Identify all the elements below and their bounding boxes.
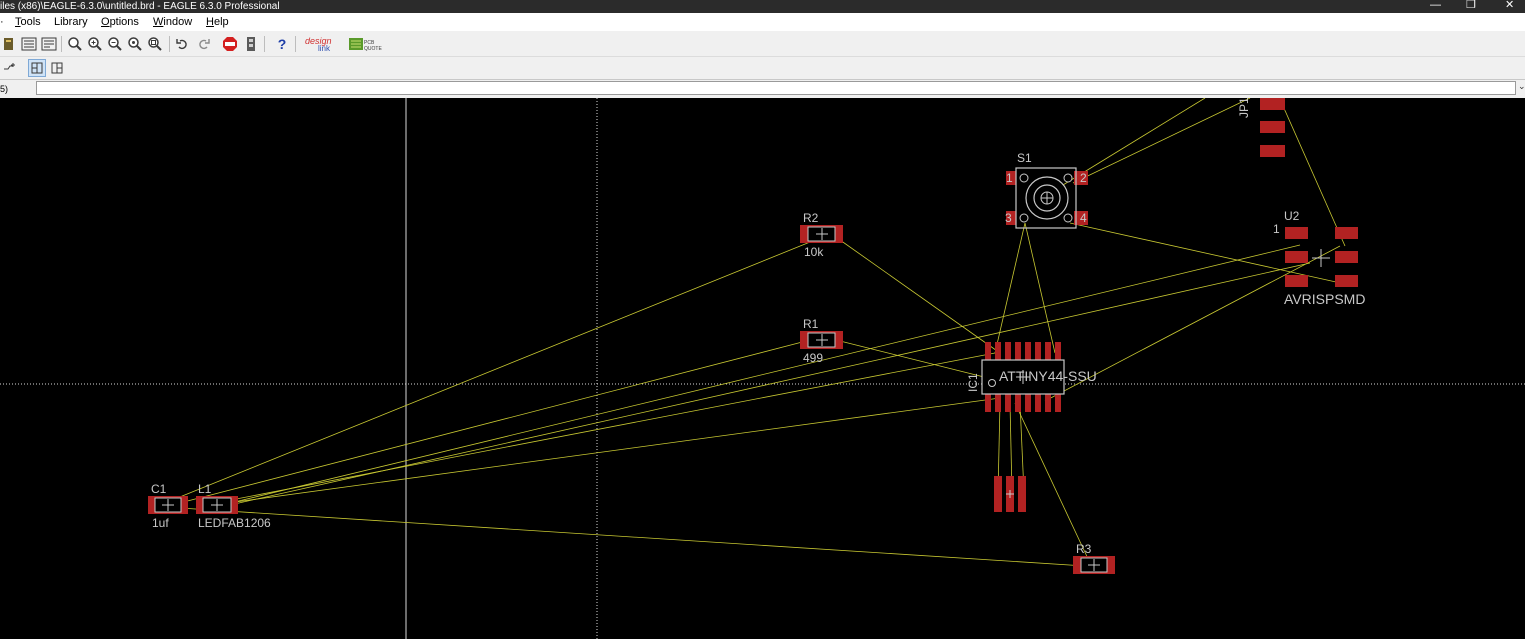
pcbquote-button[interactable]: PCB QUOTE	[349, 35, 383, 53]
part-connector[interactable]	[994, 476, 1026, 512]
part-value-r2: 10k	[804, 245, 824, 259]
help-icon[interactable]: ?	[273, 35, 291, 53]
stop-icon[interactable]	[221, 35, 239, 53]
menu-library[interactable]: Library	[54, 13, 88, 31]
airwires	[159, 98, 1346, 567]
pin-label-2: 2	[1080, 171, 1087, 185]
part-name-r3: R3	[1076, 542, 1092, 556]
part-name-l1: L1	[198, 482, 212, 496]
part-name-r2: R2	[803, 211, 819, 225]
part-value-u2: AVRISPSMD	[1284, 291, 1366, 307]
toolbar-separator	[61, 36, 62, 52]
menu-bar: · Tools Library Options Window Help	[0, 13, 1525, 31]
secondary-toolbar	[0, 57, 1525, 80]
board-icon[interactable]	[20, 35, 38, 53]
part-name-c1: C1	[151, 482, 167, 496]
command-input[interactable]	[36, 81, 1516, 95]
svg-text:link: link	[318, 44, 331, 53]
ratsnest-icon[interactable]	[0, 35, 18, 53]
part-r3[interactable]	[1073, 556, 1115, 574]
zoom-in-icon[interactable]	[86, 35, 104, 53]
toolbar-separator	[295, 36, 296, 52]
part-value-l1: LEDFAB1206	[198, 516, 271, 530]
part-l1[interactable]	[196, 496, 238, 514]
pin-label-4: 4	[1080, 211, 1087, 225]
svg-text:QUOTE: QUOTE	[364, 46, 382, 52]
command-dropdown-icon[interactable]: ⌄	[1518, 81, 1525, 92]
title-bar: iles (x86)\EAGLE-6.3.0\untitled.brd - EA…	[0, 0, 1525, 13]
main-toolbar: ? design link PCB QUOTE	[0, 31, 1525, 57]
board-canvas[interactable]: S1 1 2 3 4 R2 10k R1 499 U2 1 AVRISPSMD …	[0, 97, 1525, 639]
zoom-out-icon[interactable]	[106, 35, 124, 53]
menu-tools[interactable]: Tools	[15, 13, 41, 31]
part-r2[interactable]	[800, 225, 843, 243]
go-icon[interactable]	[242, 35, 260, 53]
command-bar: 5) ⌄	[0, 80, 1525, 98]
part-name-r1: R1	[803, 317, 819, 331]
part-c1[interactable]	[148, 496, 188, 514]
part-r1[interactable]	[800, 331, 843, 349]
menu-window[interactable]: Window	[153, 13, 192, 31]
zoom-redraw-icon[interactable]	[126, 35, 144, 53]
layout-vertical-icon[interactable]	[28, 59, 46, 77]
menu-options[interactable]: Options	[101, 13, 139, 31]
minimize-button[interactable]: —	[1430, 0, 1441, 12]
undo-icon[interactable]	[174, 35, 192, 53]
layer-icon[interactable]	[40, 35, 58, 53]
toolbar-separator	[264, 36, 265, 52]
pin-label-u2-1: 1	[1273, 222, 1280, 236]
part-name-ic1: IC1	[966, 373, 980, 392]
part-u2[interactable]	[1285, 227, 1358, 287]
menu-help[interactable]: Help	[206, 13, 229, 31]
zoom-select-icon[interactable]	[146, 35, 164, 53]
toolbar-separator	[169, 36, 170, 52]
part-jp1[interactable]	[1260, 98, 1285, 157]
part-s1[interactable]	[1006, 167, 1088, 229]
zoom-fit-icon[interactable]	[66, 35, 84, 53]
part-value-ic1: ATTINY44-SSU	[999, 368, 1097, 384]
add-part-icon[interactable]	[2, 59, 18, 75]
part-value-c1: 1uf	[152, 516, 169, 530]
pin-label-1: 1	[1006, 171, 1013, 185]
menu-edit-partial[interactable]: ·	[0, 13, 4, 31]
pin-label-3: 3	[1005, 211, 1012, 225]
coordinate-readout: 5)	[0, 84, 9, 94]
redo-icon[interactable]	[194, 35, 212, 53]
part-name-u2: U2	[1284, 209, 1300, 223]
window-title: iles (x86)\EAGLE-6.3.0\untitled.brd - EA…	[0, 1, 280, 12]
restore-button[interactable]: ❐	[1466, 0, 1476, 12]
part-value-r1: 499	[803, 351, 824, 365]
part-name-s1: S1	[1017, 151, 1032, 165]
board-drawing	[0, 98, 1525, 639]
layout-horizontal-icon[interactable]	[48, 59, 66, 77]
close-button[interactable]: ✕	[1505, 0, 1514, 12]
designlink-button[interactable]: design link	[304, 34, 344, 54]
part-name-jp1: JP1	[1237, 97, 1251, 118]
